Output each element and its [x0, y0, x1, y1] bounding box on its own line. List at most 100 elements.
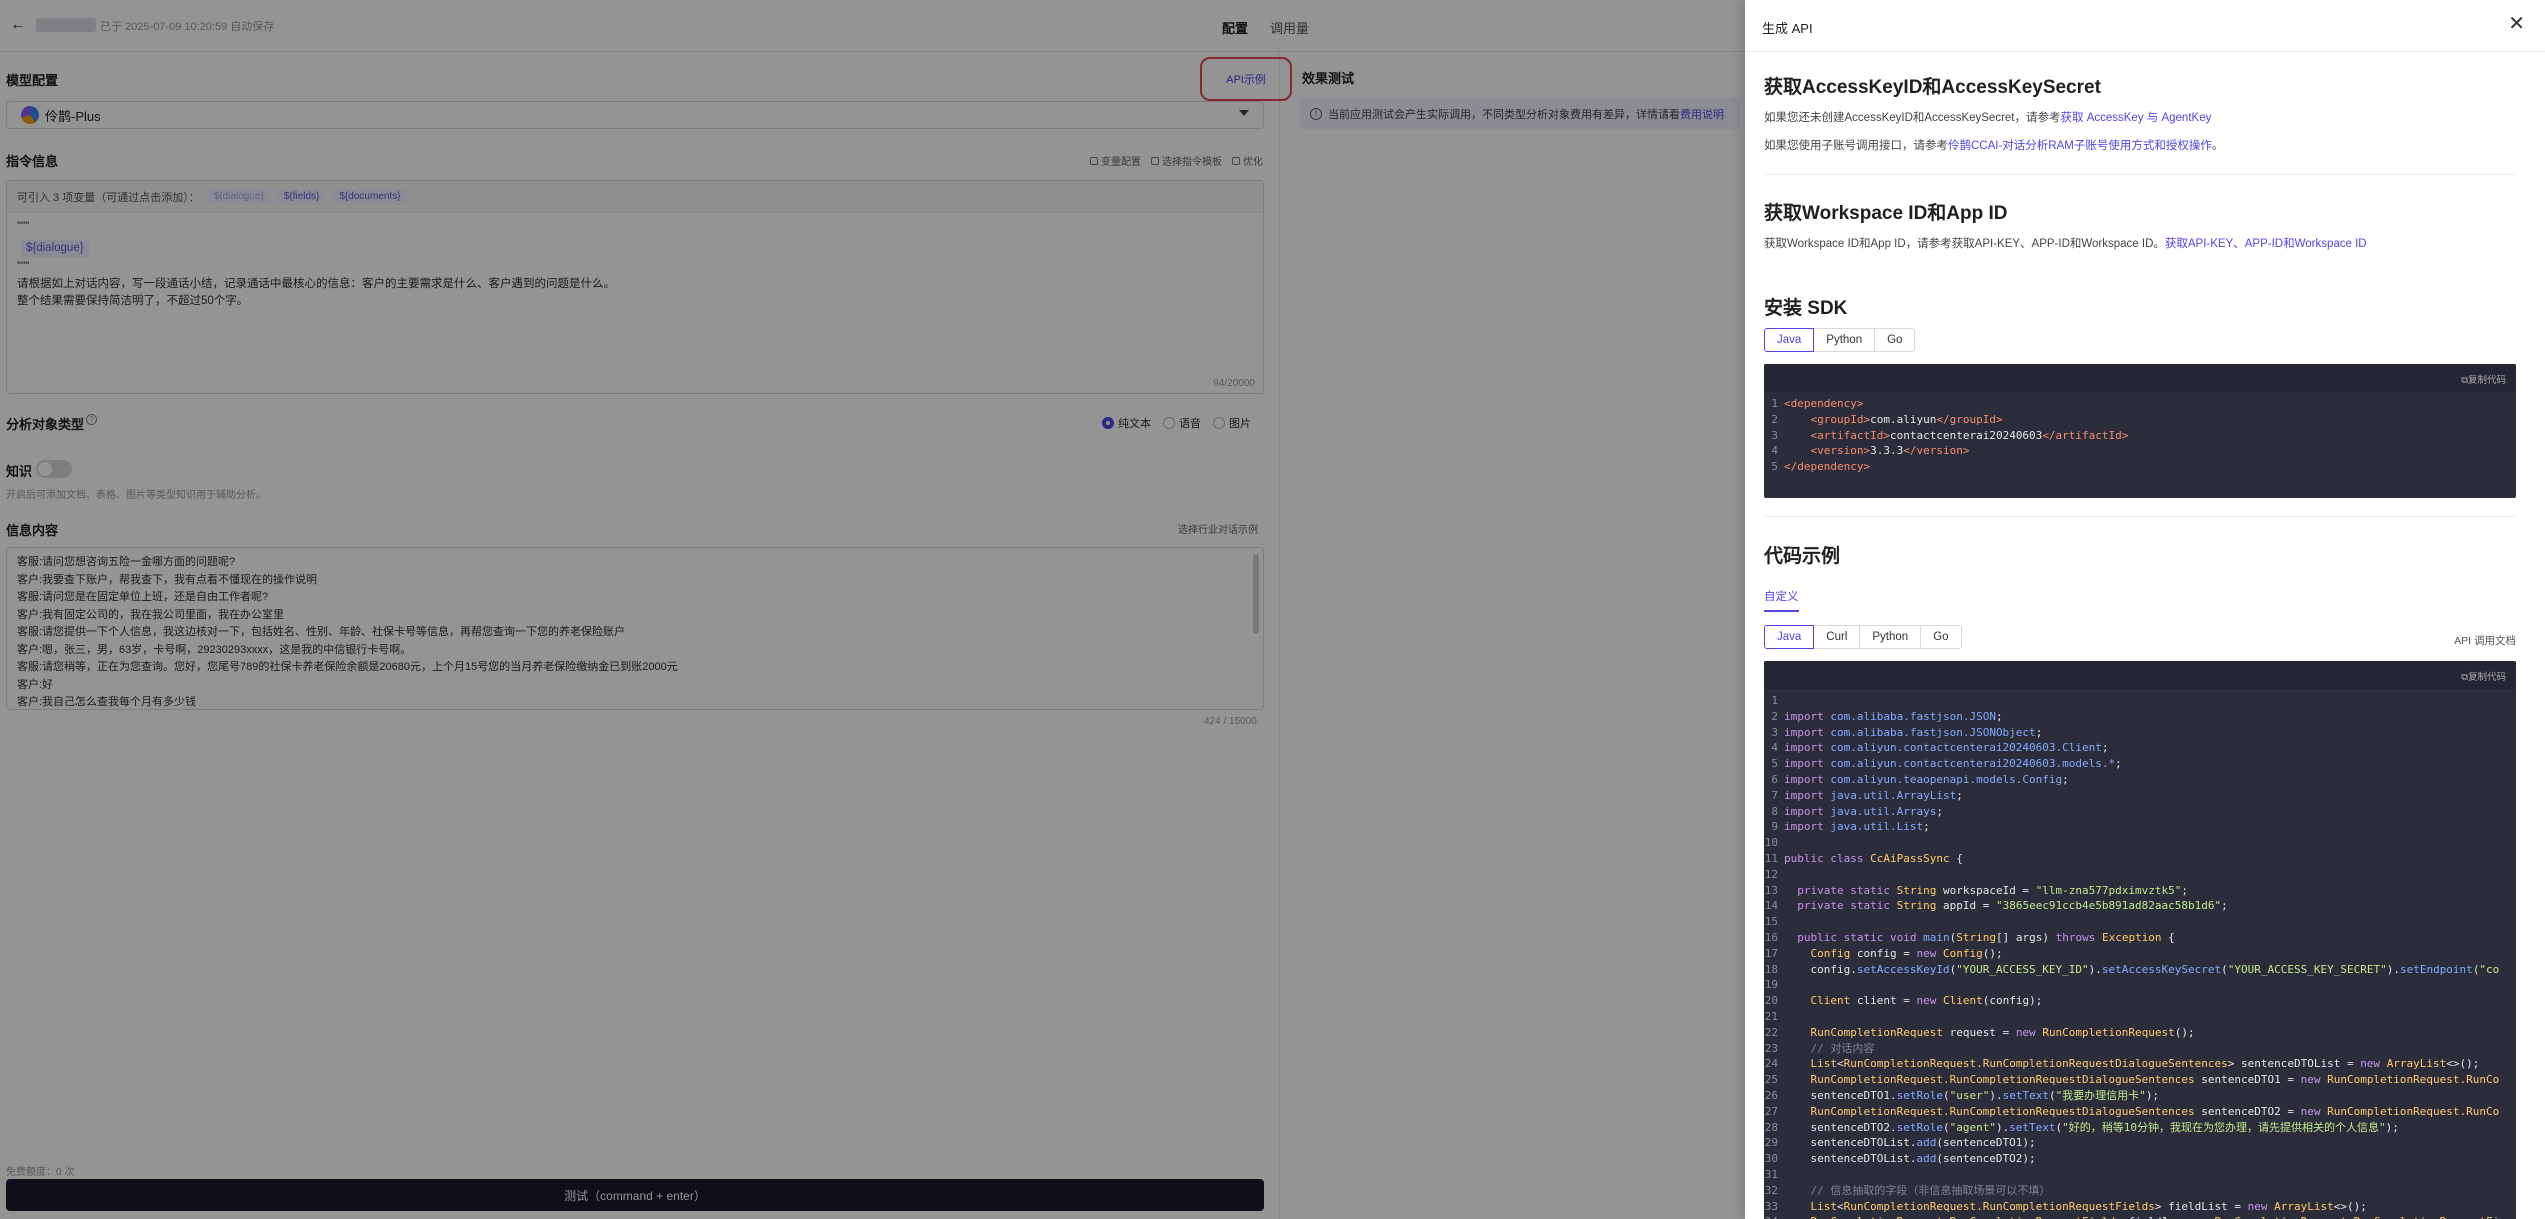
line-number: 20 [1764, 994, 1778, 1008]
line-number: 19 [1764, 978, 1778, 992]
line-number: 28 [1764, 1120, 1778, 1134]
code-text: sentenceDTOList.add(sentenceDTO1); [1784, 1136, 2036, 1150]
sdk-code-lines: 1 <dependency> 2 <groupId>com.aliyun</grou… [1764, 392, 2516, 479]
code-line: 8 import java.util.Arrays; [1764, 804, 2516, 820]
workspace-link[interactable]: 获取API-KEY、APP-ID和Workspace ID [2165, 238, 2367, 250]
line-number: 1 [1771, 397, 1778, 410]
tab-curl[interactable]: Curl [1813, 625, 1861, 649]
tab-java[interactable]: Java [1764, 328, 1815, 352]
api-doc-link[interactable]: API 调用文档 [2454, 633, 2516, 648]
line-number: 34 [1764, 1214, 1784, 1219]
tab-go[interactable]: Go [1874, 328, 1916, 352]
section-workspace-title: 获取Workspace ID和App ID [1764, 203, 2008, 224]
code-line: 12 [1764, 867, 2516, 883]
tab-custom[interactable]: 自定义 [1764, 588, 1799, 612]
line-number: 10 [1764, 836, 1778, 850]
sdk-code-block: ⧉复制代码 1 <dependency> 2 <groupId>com.aliyun… [1764, 364, 2516, 498]
line-number: 2 [1771, 709, 1778, 723]
code-line: 32 // 信息抽取的字段（非信息抽取场景可以不填） [1764, 1183, 2516, 1199]
code-line: 18 config.setAccessKeyId("YOUR_ACCESS_KE… [1764, 962, 2516, 978]
line-number: 33 [1764, 1199, 1778, 1213]
code-line: 34 RunCompletionRequest.RunCompletionReq… [1764, 1214, 2516, 1219]
close-icon[interactable]: ✕ [2508, 14, 2525, 34]
line-number: 4 [1771, 741, 1778, 755]
line-number: 5 [1771, 460, 1778, 474]
line-number: 15 [1764, 915, 1778, 929]
line-number: 18 [1764, 962, 1778, 976]
line-number: 24 [1764, 1057, 1778, 1071]
example-code-block: ⧉复制代码 1 2 import com.alibaba.fastjson.JSON… [1764, 661, 2516, 1219]
code-text: List<RunCompletionRequest.RunCompletionR… [1810, 1057, 2480, 1071]
code-line: 13 private static String workspaceId = "… [1764, 883, 2516, 899]
code-text: sentenceDTO1.setRole("user").setText("我要… [1784, 1088, 2160, 1102]
drawer-title: 生成 API [1762, 21, 1813, 36]
line-number: 29 [1764, 1136, 1778, 1150]
copy-code-button[interactable]: ⧉复制代码 [2461, 669, 2506, 683]
code-text: <dependency> [1784, 397, 1864, 410]
section-code-title: 代码示例 [1764, 546, 1841, 567]
code-language-tabs: Java Curl Python Go [1764, 625, 1962, 649]
code-line: 27 RunCompletionRequest.RunCompletionReq… [1764, 1104, 2516, 1120]
line-number: 25 [1764, 1073, 1778, 1087]
code-line: 10 [1764, 835, 2516, 851]
sdk-language-tabs: Java Python Go [1764, 328, 1916, 352]
code-line: 28 sentenceDTO2.setRole("agent").setText… [1764, 1120, 2516, 1136]
code-line: 2 <groupId>com.aliyun</groupId> [1764, 412, 2516, 428]
line-number: 4 [1771, 444, 1778, 458]
code-text: RunCompletionRequest request = new RunCo… [1810, 1025, 2195, 1039]
code-text: Client client = new Client(config); [1810, 994, 2043, 1008]
code-text: Config config = new Config(); [1810, 946, 2003, 960]
modal-overlay[interactable] [0, 0, 1745, 1219]
code-text: import com.alibaba.fastjson.JSON; [1784, 709, 2003, 723]
code-text: sentenceDTO2.setRole("agent").setText("好… [1784, 1120, 2399, 1134]
code-line: 5 </dependency> [1764, 459, 2516, 475]
code-text: // 信息抽取的字段（非信息抽取场景可以不填） [1810, 1183, 2051, 1197]
code-text: <groupId>com.aliyun</groupId> [1810, 412, 2003, 426]
ram-link[interactable]: 伶鹊CCAI-对话分析RAM子账号使用方式和授权操作 [1948, 140, 2212, 152]
code-line: 23 // 对话内容 [1764, 1041, 2516, 1057]
code-text: List<RunCompletionRequest.RunCompletionR… [1810, 1199, 2367, 1213]
code-line: 33 List<RunCompletionRequest.RunCompleti… [1764, 1199, 2516, 1215]
divider [1764, 174, 2516, 175]
line-number: 27 [1764, 1104, 1778, 1118]
code-line: 1 <dependency> [1764, 396, 2516, 412]
code-line: 6 import com.aliyun.teaopenapi.models.Con… [1764, 772, 2516, 788]
line-number: 11 [1764, 851, 1778, 865]
line-number: 8 [1771, 804, 1778, 818]
code-line: 21 [1764, 1009, 2516, 1025]
tab-go[interactable]: Go [1920, 625, 1962, 649]
copy-icon: ⧉ [2461, 375, 2468, 386]
code-line: 3 import com.alibaba.fastjson.JSONObject; [1764, 725, 2516, 741]
copy-icon: ⧉ [2461, 672, 2468, 683]
code-text: // 对话内容 [1810, 1041, 1875, 1055]
copy-code-button[interactable]: ⧉复制代码 [2461, 372, 2506, 386]
code-line: 30 sentenceDTOList.add(sentenceDTO2); [1764, 1151, 2516, 1167]
code-text: sentenceDTOList.add(sentenceDTO2); [1784, 1152, 2036, 1166]
line-number: 7 [1771, 788, 1778, 802]
line-number: 32 [1764, 1183, 1778, 1197]
code-line: 16 public static void main(String[] args… [1764, 930, 2516, 946]
line-number: 21 [1764, 1009, 1778, 1023]
drawer-header: 生成 API ✕ [1745, 0, 2545, 52]
drawer-body: 获取AccessKeyID和AccessKeySecret 如果您还未创建Acc… [1745, 52, 2545, 1219]
line-number: 16 [1764, 930, 1778, 944]
tab-java[interactable]: Java [1764, 625, 1815, 649]
code-line: 29 sentenceDTOList.add(sentenceDTO1); [1764, 1135, 2516, 1151]
code-text: import com.alibaba.fastjson.JSONObject; [1784, 725, 2043, 739]
code-line: 5 import com.aliyun.contactcenterai202406… [1764, 756, 2516, 772]
java-code-lines: 1 2 import com.alibaba.fastjson.JSON; 3 impo… [1764, 689, 2516, 1219]
code-line: 25 RunCompletionRequest.RunCompletionReq… [1764, 1072, 2516, 1088]
section-sdk-title: 安装 SDK [1764, 298, 1848, 319]
tab-python[interactable]: Python [1859, 625, 1922, 649]
code-line: 11 public class CcAiPassSync { [1764, 851, 2516, 867]
line-number: 22 [1764, 1025, 1778, 1039]
code-line: 31 [1764, 1167, 2516, 1183]
access-key-link[interactable]: 获取 AccessKey 与 AgentKey [2061, 112, 2212, 124]
tab-python[interactable]: Python [1813, 328, 1876, 352]
code-text: import java.util.ArrayList; [1784, 788, 1963, 802]
line-number: 14 [1764, 899, 1778, 913]
divider [1764, 516, 2516, 517]
line-number: 9 [1771, 820, 1778, 834]
code-line: 26 sentenceDTO1.setRole("user").setText(… [1764, 1088, 2516, 1104]
code-line: 20 Client client = new Client(config); [1764, 993, 2516, 1009]
